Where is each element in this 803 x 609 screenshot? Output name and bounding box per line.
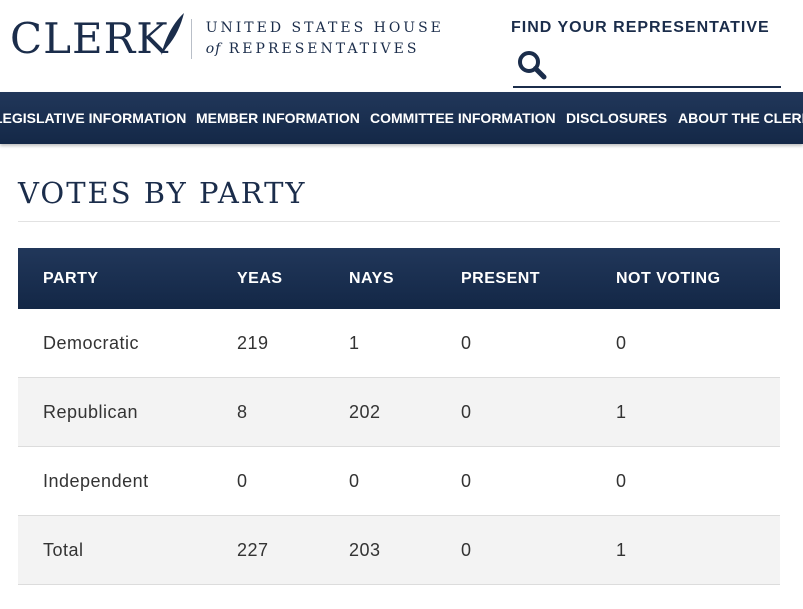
column-header-nays: NAYS <box>349 269 394 287</box>
logo-wordmark: CLERK <box>10 14 169 63</box>
cell-party: Independent <box>18 446 237 516</box>
nav-member-information[interactable]: MEMBER INFORMATION <box>196 110 360 126</box>
cell-not-voting: 0 <box>616 446 780 516</box>
cell-nays: 202 <box>349 377 461 447</box>
logo-subtitle: UNITED STATES HOUSE of REPRESENTATIVES <box>206 18 444 60</box>
cell-not-voting: 1 <box>616 377 780 447</box>
cell-present: 0 <box>461 309 616 378</box>
logo-of: of <box>205 41 222 57</box>
cell-yeas: 0 <box>237 446 349 516</box>
cell-present: 0 <box>461 377 616 447</box>
logo-line-2: REPRESENTATIVES <box>228 41 420 57</box>
table-row: Independent 0 0 0 0 <box>18 446 780 516</box>
search-icon[interactable] <box>516 49 548 81</box>
nav-legislative-information[interactable]: LEGISLATIVE INFORMATION <box>0 110 186 126</box>
nav-disclosures[interactable]: DISCLOSURES <box>566 110 667 126</box>
table-header-row: PARTY YEAS NAYS PRESENT NOT VOTING <box>18 248 780 309</box>
main-nav: LEGISLATIVE INFORMATION MEMBER INFORMATI… <box>0 92 803 144</box>
cell-not-voting: 0 <box>616 309 780 378</box>
cell-yeas: 227 <box>237 515 349 585</box>
representative-search <box>513 46 781 88</box>
table-row: Democratic 219 1 0 0 <box>18 309 780 378</box>
cell-nays: 1 <box>349 309 461 378</box>
cell-party: Republican <box>18 377 237 447</box>
logo-line-1: UNITED STATES HOUSE <box>205 20 444 36</box>
representative-search-input[interactable] <box>555 50 779 82</box>
column-header-not-voting: NOT VOTING <box>616 269 721 287</box>
table-row-total: Total 227 203 0 1 <box>18 515 780 585</box>
cell-present: 0 <box>461 446 616 516</box>
find-representative-label: FIND YOUR REPRESENTATIVE <box>511 19 770 36</box>
page-title: VOTES BY PARTY <box>18 176 307 211</box>
cell-yeas: 219 <box>237 309 349 378</box>
cell-party: Democratic <box>18 309 237 378</box>
quill-icon <box>160 13 184 55</box>
column-header-yeas: YEAS <box>237 269 283 287</box>
title-divider <box>18 221 780 222</box>
votes-by-party-table: PARTY YEAS NAYS PRESENT NOT VOTING Democ… <box>18 248 780 585</box>
clerk-logo[interactable]: CLERK UNITED STATES HOUSE of REPRESENTAT… <box>10 13 444 63</box>
logo-divider <box>190 19 192 59</box>
column-header-present: PRESENT <box>461 269 541 287</box>
cell-not-voting: 1 <box>616 515 780 585</box>
nav-about-the-clerk[interactable]: ABOUT THE CLERK <box>678 110 803 126</box>
column-header-party: PARTY <box>43 269 99 287</box>
cell-nays: 0 <box>349 446 461 516</box>
cell-party: Total <box>18 515 237 585</box>
cell-yeas: 8 <box>237 377 349 447</box>
cell-nays: 203 <box>349 515 461 585</box>
site-header: CLERK UNITED STATES HOUSE of REPRESENTAT… <box>0 0 803 92</box>
cell-present: 0 <box>461 515 616 585</box>
nav-committee-information[interactable]: COMMITTEE INFORMATION <box>370 110 556 126</box>
table-row: Republican 8 202 0 1 <box>18 377 780 447</box>
